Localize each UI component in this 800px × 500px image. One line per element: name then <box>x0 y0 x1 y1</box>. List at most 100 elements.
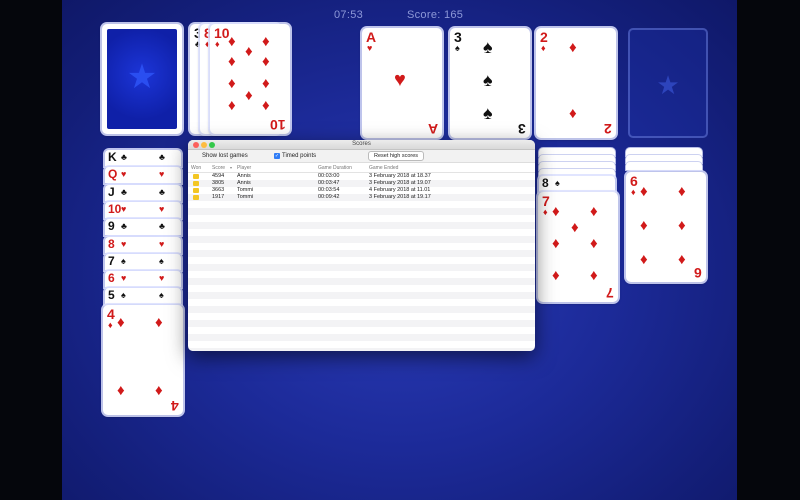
foundation-card[interactable]: A ♥ A ♥ <box>362 28 442 138</box>
card-rank: A <box>366 29 377 45</box>
foundation-card[interactable]: 3 ♠ 3 ♠ ♠ ♠ <box>450 28 530 138</box>
table-row[interactable]: 1917 Tommi 00:09:42 3 February 2018 at 19.1… <box>188 194 535 201</box>
score-value: 165 <box>443 9 464 21</box>
card-pip-icon: ♦ <box>262 75 270 92</box>
game-timer: 07:53 <box>334 9 364 21</box>
card-rank-bottom: 7 <box>606 285 614 301</box>
empty-table-row <box>188 327 535 334</box>
tableau-card[interactable]: 10 ♥ ♥ <box>105 201 181 218</box>
card-rank: K <box>108 150 117 164</box>
card-rank-bottom: 3 <box>518 121 526 137</box>
card-rank: 6 <box>630 173 638 189</box>
card-pip-icon: ♠ <box>483 37 493 57</box>
foundation-card[interactable]: 2 ♦ 2 ♦ ♦ <box>536 28 616 138</box>
card-pip-icon: ♦ <box>245 43 253 60</box>
waste-card[interactable]: 10 ♦ 10 ♦ ♦ ♦ ♦ ♦ ♦ ♦ ♦ ♦ ♦ <box>210 24 290 134</box>
tableau-card[interactable]: K ♣ ♣ <box>105 150 181 166</box>
card-pip-icon: ♦ <box>678 183 686 200</box>
card-pip-icon: ♦ <box>552 267 560 284</box>
table-row[interactable]: 3663 Tommi 00:03:54 4 February 2018 at 11.0… <box>188 187 535 194</box>
tableau-top-card[interactable]: 4 ♦ 4 ♦ ♦ ♦ ♦ <box>103 305 183 415</box>
window-titlebar[interactable]: Scores <box>188 140 535 150</box>
card-rank-bottom: A <box>427 121 438 137</box>
card-pip-icon: ♦ <box>228 53 236 70</box>
card-suit-icon: ♥ <box>159 203 165 214</box>
tableau-top-card[interactable]: 7 ♦ 7 ♦ ♦ ♦ ♦ ♦ ♦ ♦ <box>538 192 618 302</box>
card-rank: 3 <box>454 29 462 45</box>
cell-ended: 3 February 2018 at 18.37 <box>369 173 431 179</box>
card-rank: 4 <box>107 306 115 322</box>
table-row[interactable]: 3805 Annis 00:03:47 3 February 2018 at 19.0… <box>188 180 535 187</box>
empty-table-row <box>188 299 535 306</box>
scores-toolbar: Show lost games ✓ Timed points Reset hig… <box>188 150 535 163</box>
card-suit-icon: ♦ <box>541 43 546 53</box>
cell-player: Annis <box>237 173 251 179</box>
show-lost-games-toggle[interactable]: Show lost games <box>202 153 248 159</box>
tableau-top-card[interactable]: 6 ♦ 6 ♦ ♦ ♦ ♦ ♦ ♦ <box>626 172 706 282</box>
card-suit-icon: ♦ <box>215 39 220 49</box>
card-rank: 8 <box>108 236 115 251</box>
card-suit-icon: ♠ <box>159 255 164 266</box>
card-suit-icon: ♣ <box>159 221 165 232</box>
card-rank-bottom: 10 <box>270 117 286 133</box>
cell-score: 3805 <box>212 180 225 186</box>
empty-table-row <box>188 257 535 264</box>
tableau-card[interactable]: 8 ♥ ♥ <box>105 236 181 253</box>
sort-chevron-icon: ▾ <box>230 165 233 170</box>
cell-ended: 3 February 2018 at 19.07 <box>369 180 431 186</box>
tableau-card[interactable]: 5 ♠ ♠ <box>105 288 181 305</box>
empty-foundation-slot[interactable]: ★ <box>628 28 708 138</box>
tableau-card[interactable]: 8 ♠ <box>539 176 615 192</box>
column-header-won[interactable]: Won <box>191 165 201 171</box>
column-header-score[interactable]: Score <box>212 165 225 171</box>
card-suit-icon: ♥ <box>121 169 127 180</box>
card-rank: 9 <box>108 219 115 234</box>
tableau-card[interactable]: 9 ♣ ♣ <box>105 219 181 236</box>
card-suit-icon: ♦ <box>108 320 113 330</box>
tableau-card[interactable]: J ♣ ♣ <box>105 184 181 201</box>
card-rank-bottom: 2 <box>604 121 612 137</box>
card-rank-bottom: 4 <box>171 398 179 414</box>
card-pip-icon: ♦ <box>262 53 270 70</box>
card-pip-icon: ♠ <box>483 103 493 123</box>
tableau-card[interactable]: 6 ♥ ♥ <box>105 271 181 288</box>
tableau-card[interactable]: 7 ♠ ♠ <box>105 253 181 270</box>
cell-player: Tommi <box>237 187 254 193</box>
card-pip-icon: ♠ <box>483 70 493 90</box>
star-icon: ★ <box>126 58 158 96</box>
table-row[interactable]: 4594 Annis 00:03:00 3 February 2018 at 18.3… <box>188 173 535 180</box>
card-pip-icon: ♦ <box>590 267 598 284</box>
card-rank-bottom: 6 <box>694 265 702 281</box>
window-title: Scores <box>352 141 371 147</box>
cell-duration: 00:03:54 <box>318 187 340 193</box>
empty-table-row <box>188 334 535 341</box>
card-suit-icon: ♣ <box>121 186 127 197</box>
tableau-card[interactable]: Q ♥ ♥ <box>105 167 181 184</box>
card-suit-icon: ♦ <box>543 207 548 217</box>
empty-table-row <box>188 320 535 327</box>
card-rank: 5 <box>108 288 115 303</box>
empty-table-row <box>188 243 535 250</box>
card-pip-icon: ♦ <box>640 251 648 268</box>
empty-table-row <box>188 208 535 215</box>
card-suit-icon: ♥ <box>159 273 165 284</box>
reset-high-scores-button[interactable]: Reset high scores <box>368 151 425 161</box>
right-backdrop <box>737 0 800 500</box>
column-header-duration[interactable]: Game Duration <box>318 165 352 171</box>
won-trophy-icon <box>193 181 199 186</box>
left-backdrop <box>0 0 62 500</box>
card-suit-icon: ♠ <box>121 290 126 301</box>
card-suit-icon: ♥ <box>367 43 373 53</box>
card-rank: J <box>108 184 115 199</box>
won-trophy-icon <box>193 188 199 193</box>
score-label: Score: <box>407 9 441 21</box>
timed-points-checkbox[interactable]: ✓ <box>274 153 280 159</box>
stock-pile[interactable]: ★ <box>102 24 182 134</box>
won-trophy-icon <box>193 174 199 179</box>
column-header-ended[interactable]: Game Ended <box>369 165 398 171</box>
empty-table-row <box>188 236 535 243</box>
empty-table-row <box>188 348 535 351</box>
column-header-player[interactable]: Player <box>237 165 251 171</box>
card-pip-icon: ♦ <box>228 75 236 92</box>
empty-table-row <box>188 341 535 348</box>
